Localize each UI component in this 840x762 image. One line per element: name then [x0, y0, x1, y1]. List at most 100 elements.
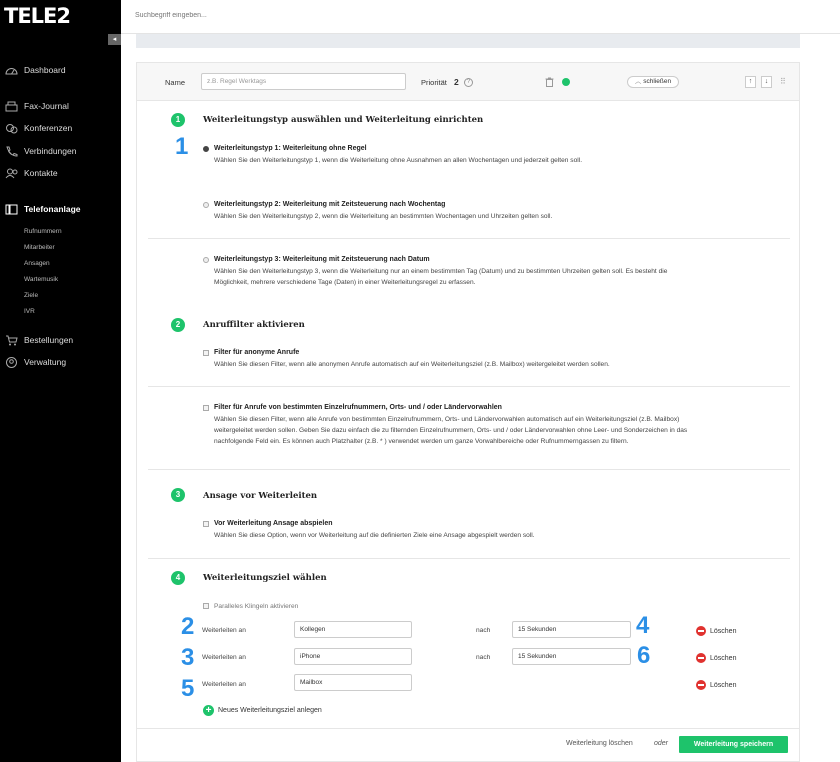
delete-rule-link[interactable]: Weiterleitung löschen [566, 740, 633, 747]
remove-icon [696, 653, 706, 663]
tele2-logo[interactable]: TELE2 [4, 4, 71, 28]
callout-3: 3 [181, 644, 195, 671]
callout-2: 2 [181, 613, 195, 640]
type-3-title[interactable]: Weiterleitungstyp 3: Weiterleitung mit Z… [214, 256, 430, 263]
filter-1-title[interactable]: Filter für anonyme Anrufe [214, 349, 299, 356]
or-label: oder [654, 740, 669, 747]
save-rule-button[interactable]: Weiterleitung speichern [679, 736, 788, 753]
target-select-2[interactable]: iPhone [294, 648, 412, 665]
delete-target-button-2[interactable]: Löschen [696, 653, 736, 663]
radio-type-3[interactable] [203, 257, 209, 263]
add-circle-icon: + [203, 705, 214, 716]
sidebar-item-label: Verwaltung [24, 357, 67, 367]
contacts-icon [5, 168, 18, 178]
forward-to-label-1: Weiterleiten an [202, 627, 246, 634]
sidebar-subitem-ivr[interactable]: IVR [24, 308, 35, 315]
checkbox-parallel-ringing[interactable] [203, 603, 209, 609]
delay-select-1[interactable]: 15 Sekunden [512, 621, 631, 638]
announcement-title[interactable]: Vor Weiterleitung Ansage abspielen [214, 520, 333, 527]
type-3-desc-line2: Möglichkeit, mehrere verschiedene Tage (… [214, 279, 476, 286]
after-label-2: nach [476, 654, 491, 661]
delete-label: Löschen [710, 681, 737, 689]
filter-2-desc-line1: Wählen Sie diesen Filter, wenn alle Anru… [214, 416, 680, 423]
move-down-button[interactable]: ↓ [761, 76, 772, 88]
checkbox-number-filter[interactable] [203, 405, 209, 411]
info-icon[interactable]: ? [464, 78, 473, 87]
delete-label: Löschen [710, 627, 737, 635]
sidebar-item-verwaltung[interactable]: Verwaltung [0, 354, 66, 370]
type-2-title[interactable]: Weiterleitungstyp 2: Weiterleitung mit Z… [214, 201, 445, 208]
sidebar: TELE2 ◂ Dashboard Fax-Journal Konferenze… [0, 0, 121, 762]
sidebar-item-fax-journal[interactable]: Fax-Journal [0, 98, 69, 114]
target-select-3[interactable]: Mailbox [294, 674, 412, 691]
divider [148, 469, 790, 470]
sidebar-item-label: Bestellungen [24, 335, 74, 345]
sidebar-subitem-rufnummern[interactable]: Rufnummern [24, 228, 62, 235]
dashboard-icon [5, 67, 18, 74]
checkbox-announcement[interactable] [203, 521, 209, 527]
sidebar-item-kontakte[interactable]: Kontakte [0, 165, 58, 181]
sidebar-item-dashboard[interactable]: Dashboard [0, 62, 66, 78]
divider [148, 238, 790, 239]
divider [137, 728, 799, 729]
trash-icon[interactable] [545, 77, 554, 87]
delete-target-button-1[interactable]: Löschen [696, 626, 736, 636]
filter-2-title[interactable]: Filter für Anrufe von bestimmten Einzelr… [214, 404, 502, 411]
callout-4: 4 [636, 612, 650, 639]
phone-icon [6, 146, 18, 157]
divider [148, 558, 790, 559]
sidebar-item-label: Dashboard [24, 65, 66, 75]
radio-type-2[interactable] [203, 202, 209, 208]
close-button[interactable]: ︿ schließen [627, 76, 679, 88]
pbx-icon [5, 204, 18, 214]
callout-6: 6 [637, 642, 651, 669]
add-target-button[interactable]: + Neues Weiterleitungsziel anlegen [203, 705, 322, 716]
remove-icon [696, 626, 706, 636]
chevron-up-icon: ︿ [634, 78, 642, 85]
filter-2-desc-line3: nachfolgende Feld ein. Es können auch Pl… [214, 438, 629, 445]
type-1-title[interactable]: Weiterleitungstyp 1: Weiterleitung ohne … [214, 145, 367, 152]
target-select-1[interactable]: Kollegen [294, 621, 412, 638]
move-up-button[interactable]: ↑ [745, 76, 756, 88]
delay-select-2[interactable]: 15 Sekunden [512, 648, 631, 665]
sidebar-subitem-wartemusik[interactable]: Wartemusik [24, 276, 58, 283]
sidebar-item-verbindungen[interactable]: Verbindungen [0, 143, 76, 159]
sidebar-item-label: Telefonanlage [24, 204, 81, 214]
step-number-1: 1 [171, 113, 185, 127]
divider [148, 386, 790, 387]
step-number-4: 4 [171, 571, 185, 585]
add-target-label: Neues Weiterleitungsziel anlegen [218, 707, 322, 714]
step-title-4: Weiterleitungsziel wählen [203, 573, 327, 583]
checkbox-anonymous-filter[interactable] [203, 350, 209, 356]
radio-type-1[interactable] [203, 146, 209, 152]
step-title-3: Ansage vor Weiterleiten [203, 491, 318, 501]
drag-handle-icon[interactable]: ⠿ [780, 77, 786, 86]
sidebar-item-label: Konferenzen [24, 123, 73, 133]
remove-icon [696, 680, 706, 690]
step-title-2: Anruffilter aktivieren [203, 320, 305, 330]
sidebar-subitem-ansagen[interactable]: Ansagen [24, 260, 50, 267]
type-2-desc: Wählen Sie den Weiterleitungstyp 2, wenn… [214, 213, 553, 220]
type-1-desc: Wählen Sie den Weiterleitungstyp 1, wenn… [214, 157, 583, 164]
announcement-desc: Wählen Sie diese Option, wenn vor Weiter… [214, 532, 535, 539]
sidebar-item-telefonanlage[interactable]: Telefonanlage [0, 201, 81, 217]
active-status-dot[interactable] [562, 78, 570, 86]
cart-icon [6, 335, 18, 345]
delete-target-button-3[interactable]: Löschen [696, 680, 736, 690]
fax-icon [5, 101, 18, 111]
sidebar-subitem-mitarbeiter[interactable]: Mitarbeiter [24, 244, 55, 251]
forward-to-label-3: Weiterleiten an [202, 681, 246, 688]
filter-1-desc: Wählen Sie diesen Filter, wenn alle anon… [214, 361, 610, 368]
priority-value[interactable]: 2 [454, 77, 459, 87]
sidebar-subitem-ziele[interactable]: Ziele [24, 292, 38, 299]
parallel-ringing-label[interactable]: Paralleles Klingeln aktivieren [214, 601, 298, 612]
rule-name-input[interactable]: z.B. Regel Werktags [201, 73, 406, 90]
callout-5: 5 [181, 675, 195, 702]
sidebar-item-konferenzen[interactable]: Konferenzen [0, 120, 72, 136]
sidebar-collapse-button[interactable]: ◂ [108, 34, 121, 45]
callout-1: 1 [175, 133, 189, 160]
search-input[interactable] [135, 12, 335, 19]
user-circle-icon [6, 356, 17, 368]
sidebar-item-bestellungen[interactable]: Bestellungen [0, 332, 73, 348]
step-number-2: 2 [171, 318, 185, 332]
